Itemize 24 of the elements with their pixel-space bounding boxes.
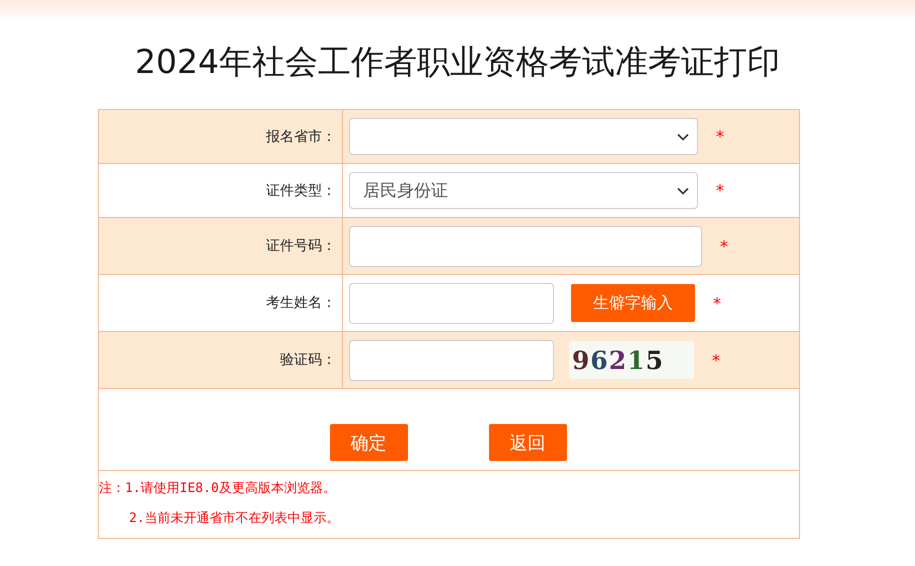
field-label: 证件类型： <box>99 164 343 217</box>
input-field[interactable] <box>349 226 702 266</box>
required-mark: * <box>716 181 724 200</box>
dropdown[interactable]: 居民身份证 <box>349 172 698 209</box>
required-mark: * <box>712 350 720 370</box>
input-field[interactable] <box>349 340 554 380</box>
field-label: 证件号码： <box>99 218 343 274</box>
required-mark: * <box>716 127 724 146</box>
chevron-down-icon <box>677 186 689 194</box>
field-label: 验证码： <box>99 332 343 388</box>
field-label: 考生姓名： <box>99 275 343 331</box>
note-text: 注：1.请使用IE8.0及更高版本浏览器。 <box>99 480 337 498</box>
chevron-down-icon <box>677 132 689 140</box>
rare-character-button[interactable]: 生僻字输入 <box>571 284 695 322</box>
dropdown[interactable] <box>349 118 698 155</box>
page-title: 2024年社会工作者职业资格考试准考证打印 <box>134 41 781 83</box>
input-field[interactable] <box>349 282 554 324</box>
required-mark: * <box>720 236 728 256</box>
field-label: 报名省市： <box>99 110 343 163</box>
note-text: 2.当前未开通省市不在列表中显示。 <box>128 510 341 528</box>
back-button[interactable]: 返回 <box>488 424 566 461</box>
required-mark: * <box>713 294 721 312</box>
confirm-button[interactable]: 确定 <box>330 424 408 461</box>
captcha-image[interactable]: 96215 <box>569 341 694 379</box>
